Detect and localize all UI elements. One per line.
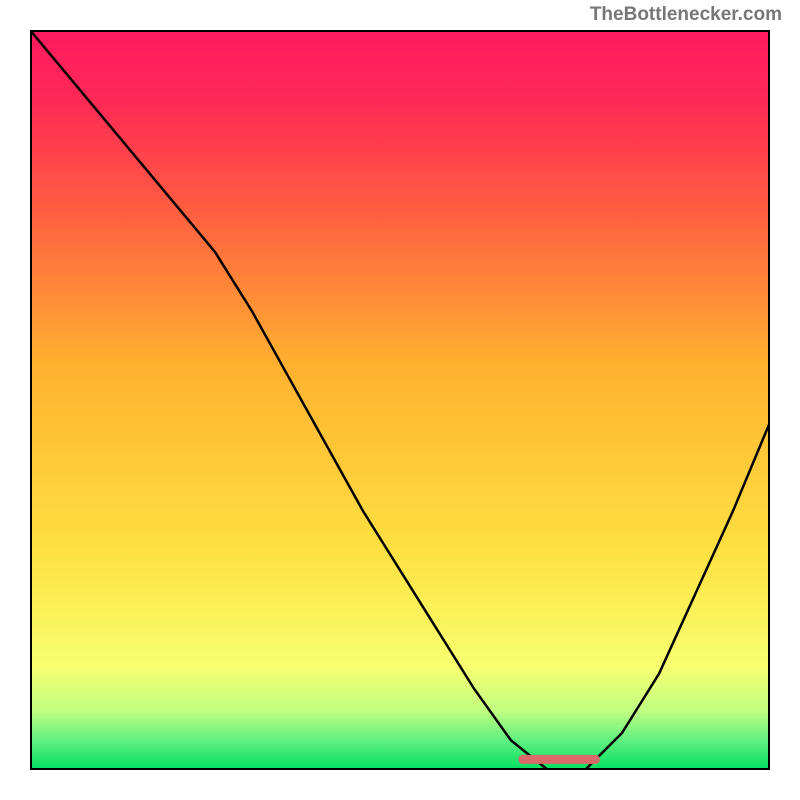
watermark-text: TheBottlenecker.com — [590, 4, 782, 26]
optimum-marker — [518, 755, 599, 764]
chart-background — [30, 30, 770, 770]
bottleneck-chart — [30, 30, 770, 770]
chart-plot-area — [30, 30, 770, 770]
